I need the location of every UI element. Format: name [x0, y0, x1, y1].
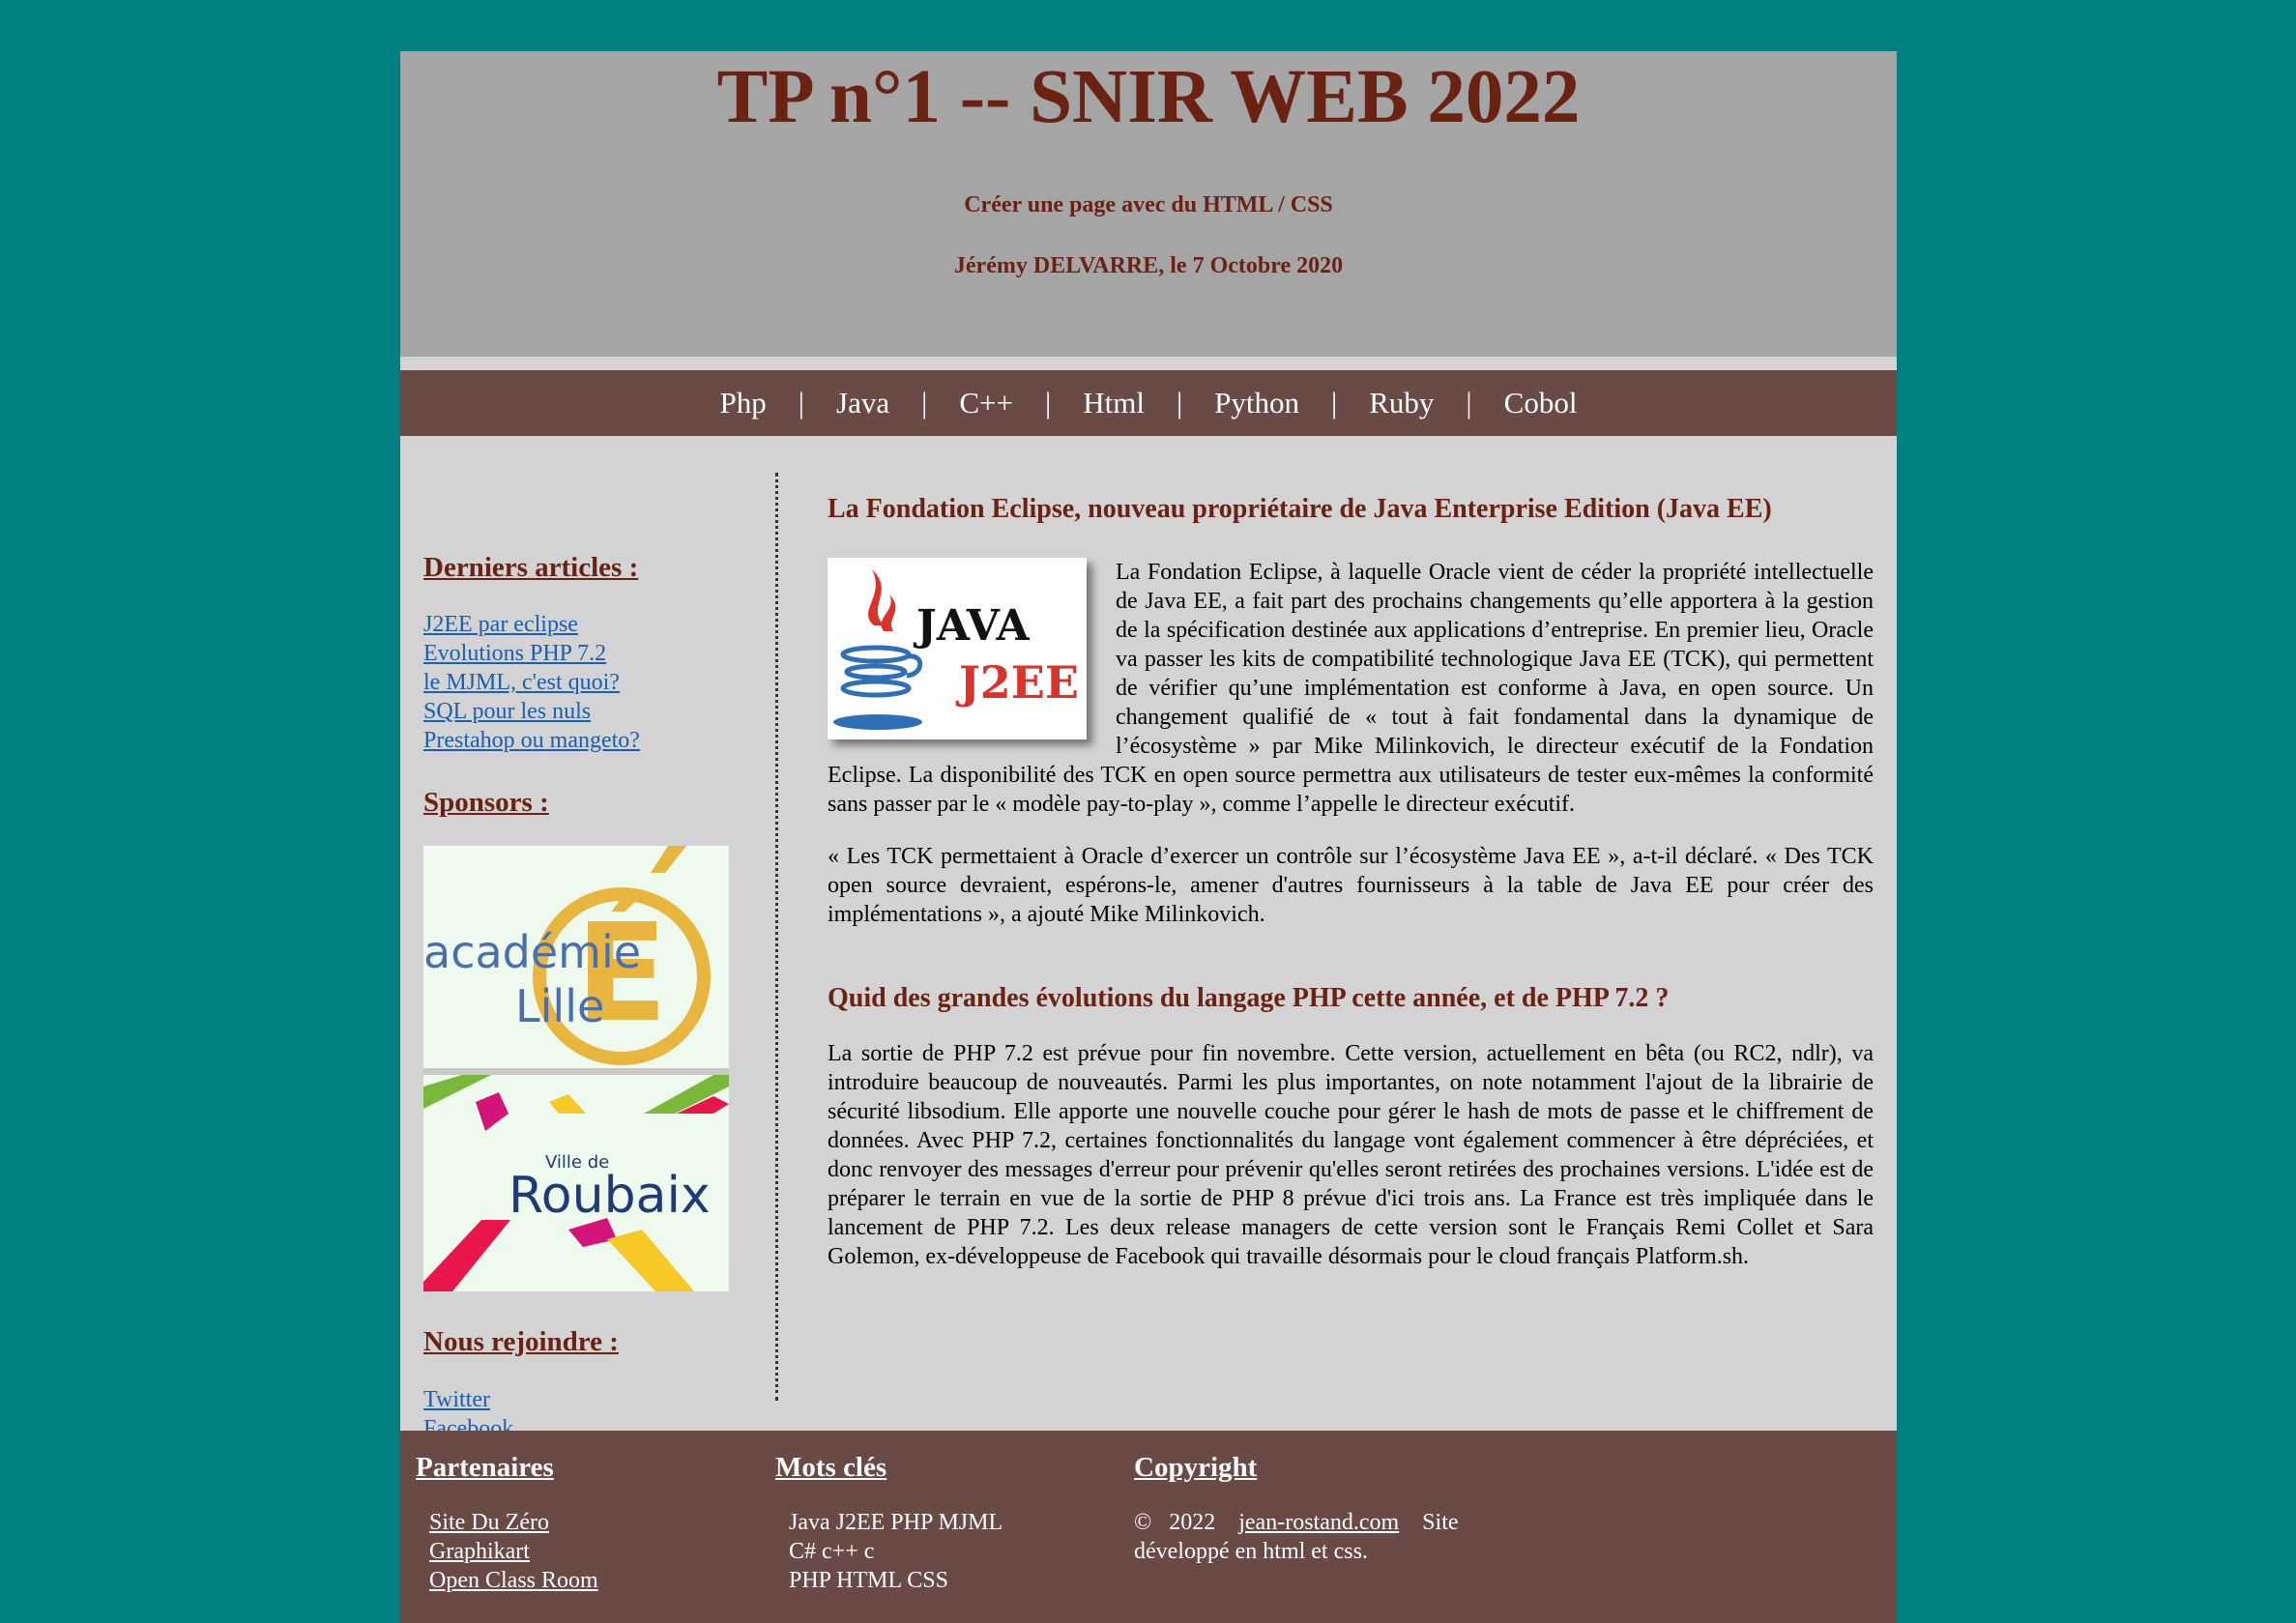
article2-title: Quid des grandes évolutions du langage P…	[828, 983, 1670, 1013]
keywords-list: Java J2EE PHP MJML C# c++ c PHP HTML CSS	[775, 1508, 1003, 1595]
header: TP n°1 -- SNIR WEB 2022 Créer une page a…	[400, 51, 1897, 357]
nav-separator: |	[1331, 386, 1338, 420]
keyword-line: C# c++ c	[789, 1539, 875, 1564]
partner-link[interactable]: Graphikart	[429, 1537, 598, 1566]
java-j2ee-image: JAVA J2EE	[828, 558, 1087, 739]
sponsor-academie-lille-logo[interactable]: É académie Lille	[423, 846, 729, 1068]
article1-title: La Fondation Eclipse, nouveau propriétai…	[828, 494, 1772, 524]
article-link[interactable]: Evolutions PHP 7.2	[423, 639, 752, 668]
recent-articles-heading: Derniers articles :	[423, 552, 639, 583]
nav-separator: |	[1466, 386, 1472, 420]
footer-partners: Partenaires Site Du Zéro Graphikart Open…	[416, 1450, 598, 1595]
j2ee-image-text: J2EE	[955, 656, 1079, 709]
nav-separator: |	[1176, 386, 1183, 420]
join-us-heading: Nous rejoindre :	[423, 1326, 619, 1357]
main-content: La Fondation Eclipse, nouveau propriétai…	[828, 492, 1874, 1271]
keyword-line: Java J2EE PHP MJML	[789, 1510, 1003, 1535]
nav-item-cobol[interactable]: Cobol	[1504, 386, 1578, 420]
sponsors-heading: Sponsors :	[423, 787, 549, 818]
article2-paragraph1: La sortie de PHP 7.2 est prévue pour fin…	[828, 1041, 1874, 1269]
partner-link[interactable]: Open Class Room	[429, 1566, 598, 1595]
twitter-link[interactable]: Twitter	[423, 1385, 513, 1414]
sponsor-separator	[423, 1068, 729, 1075]
keywords-heading: Mots clés	[775, 1452, 887, 1483]
article-link[interactable]: le MJML, c'est quoi?	[423, 668, 752, 697]
academie-lille-graphic: É académie Lille	[423, 846, 711, 1065]
footer-keywords: Mots clés Java J2EE PHP MJML C# c++ c PH…	[775, 1450, 1003, 1595]
copyright-text: © 2022 jean-rostand.com Site développé en…	[1134, 1508, 1540, 1566]
copyright-suffix: Site	[1422, 1510, 1459, 1535]
academie-line1: académie	[423, 926, 641, 978]
article1-paragraph2: « Les TCK permettaient à Oracle d’exerce…	[828, 844, 1874, 927]
copyright-line2: développé en html et css.	[1134, 1539, 1368, 1564]
nav-separator: |	[921, 386, 928, 420]
article-link[interactable]: SQL pour les nuls	[423, 697, 752, 726]
partners-list: Site Du Zéro Graphikart Open Class Room	[416, 1508, 598, 1595]
nav-separator: |	[798, 386, 805, 420]
keyword-line: PHP HTML CSS	[789, 1568, 948, 1593]
page-container: TP n°1 -- SNIR WEB 2022 Créer une page a…	[400, 51, 1897, 1623]
nav-item-ruby[interactable]: Ruby	[1369, 386, 1434, 420]
recent-articles-list: J2EE par eclipse Evolutions PHP 7.2 le M…	[423, 610, 752, 755]
article-link[interactable]: J2EE par eclipse	[423, 610, 752, 639]
nav-item-cpp[interactable]: C++	[959, 386, 1013, 420]
nav-item-python[interactable]: Python	[1214, 386, 1299, 420]
roubaix-name: Roubaix	[509, 1167, 711, 1225]
copyright-site-link[interactable]: jean-rostand.com	[1238, 1510, 1399, 1535]
footer-copyright: Copyright © 2022 jean-rostand.com Site dé…	[1134, 1450, 1540, 1566]
article-link[interactable]: Prestahop ou mangeto?	[423, 726, 752, 755]
nav-item-java[interactable]: Java	[836, 386, 889, 420]
copyright-year: © 2022	[1134, 1510, 1216, 1535]
roubaix-graphic: Ville de Roubaix	[423, 1075, 729, 1291]
copyright-heading: Copyright	[1134, 1452, 1258, 1483]
academie-line2: Lille	[515, 980, 604, 1032]
column-divider	[775, 473, 778, 1401]
nav-item-php[interactable]: Php	[720, 386, 767, 420]
page-subtitle: Créer une page avec du HTML / CSS	[964, 192, 1333, 217]
page-title: TP n°1 -- SNIR WEB 2022	[716, 55, 1581, 139]
java-image-text: JAVA	[913, 601, 1030, 651]
partners-heading: Partenaires	[416, 1452, 554, 1483]
main-nav: Php | Java | C++ | Html | Python | Ruby | Cobol	[400, 370, 1897, 436]
nav-separator: |	[1044, 386, 1052, 420]
author-line: Jérémy DELVARRE, le 7 Octobre 2020	[953, 253, 1344, 278]
footer: Partenaires Site Du Zéro Graphikart Open…	[400, 1431, 1897, 1623]
partner-link[interactable]: Site Du Zéro	[429, 1508, 598, 1537]
sponsor-roubaix-logo[interactable]: Ville de Roubaix	[423, 1075, 729, 1291]
java-logo-graphic: JAVA J2EE	[833, 569, 1079, 730]
nav-item-html[interactable]: Html	[1083, 386, 1145, 420]
